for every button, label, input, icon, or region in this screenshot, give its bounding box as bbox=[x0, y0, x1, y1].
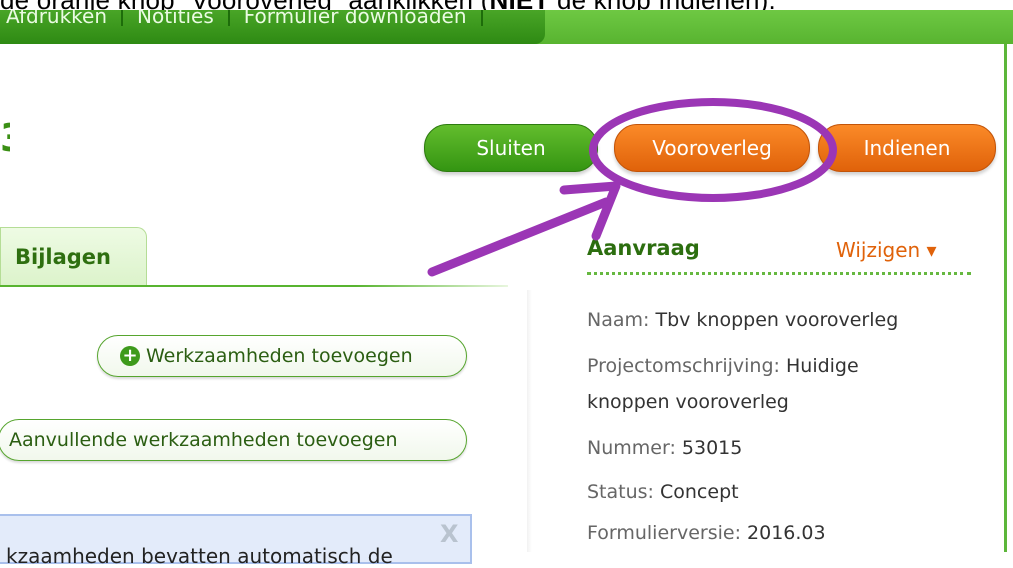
highlight-ellipse bbox=[589, 98, 837, 202]
annotation-overlay bbox=[427, 98, 837, 277]
arrow-icon bbox=[427, 197, 611, 277]
